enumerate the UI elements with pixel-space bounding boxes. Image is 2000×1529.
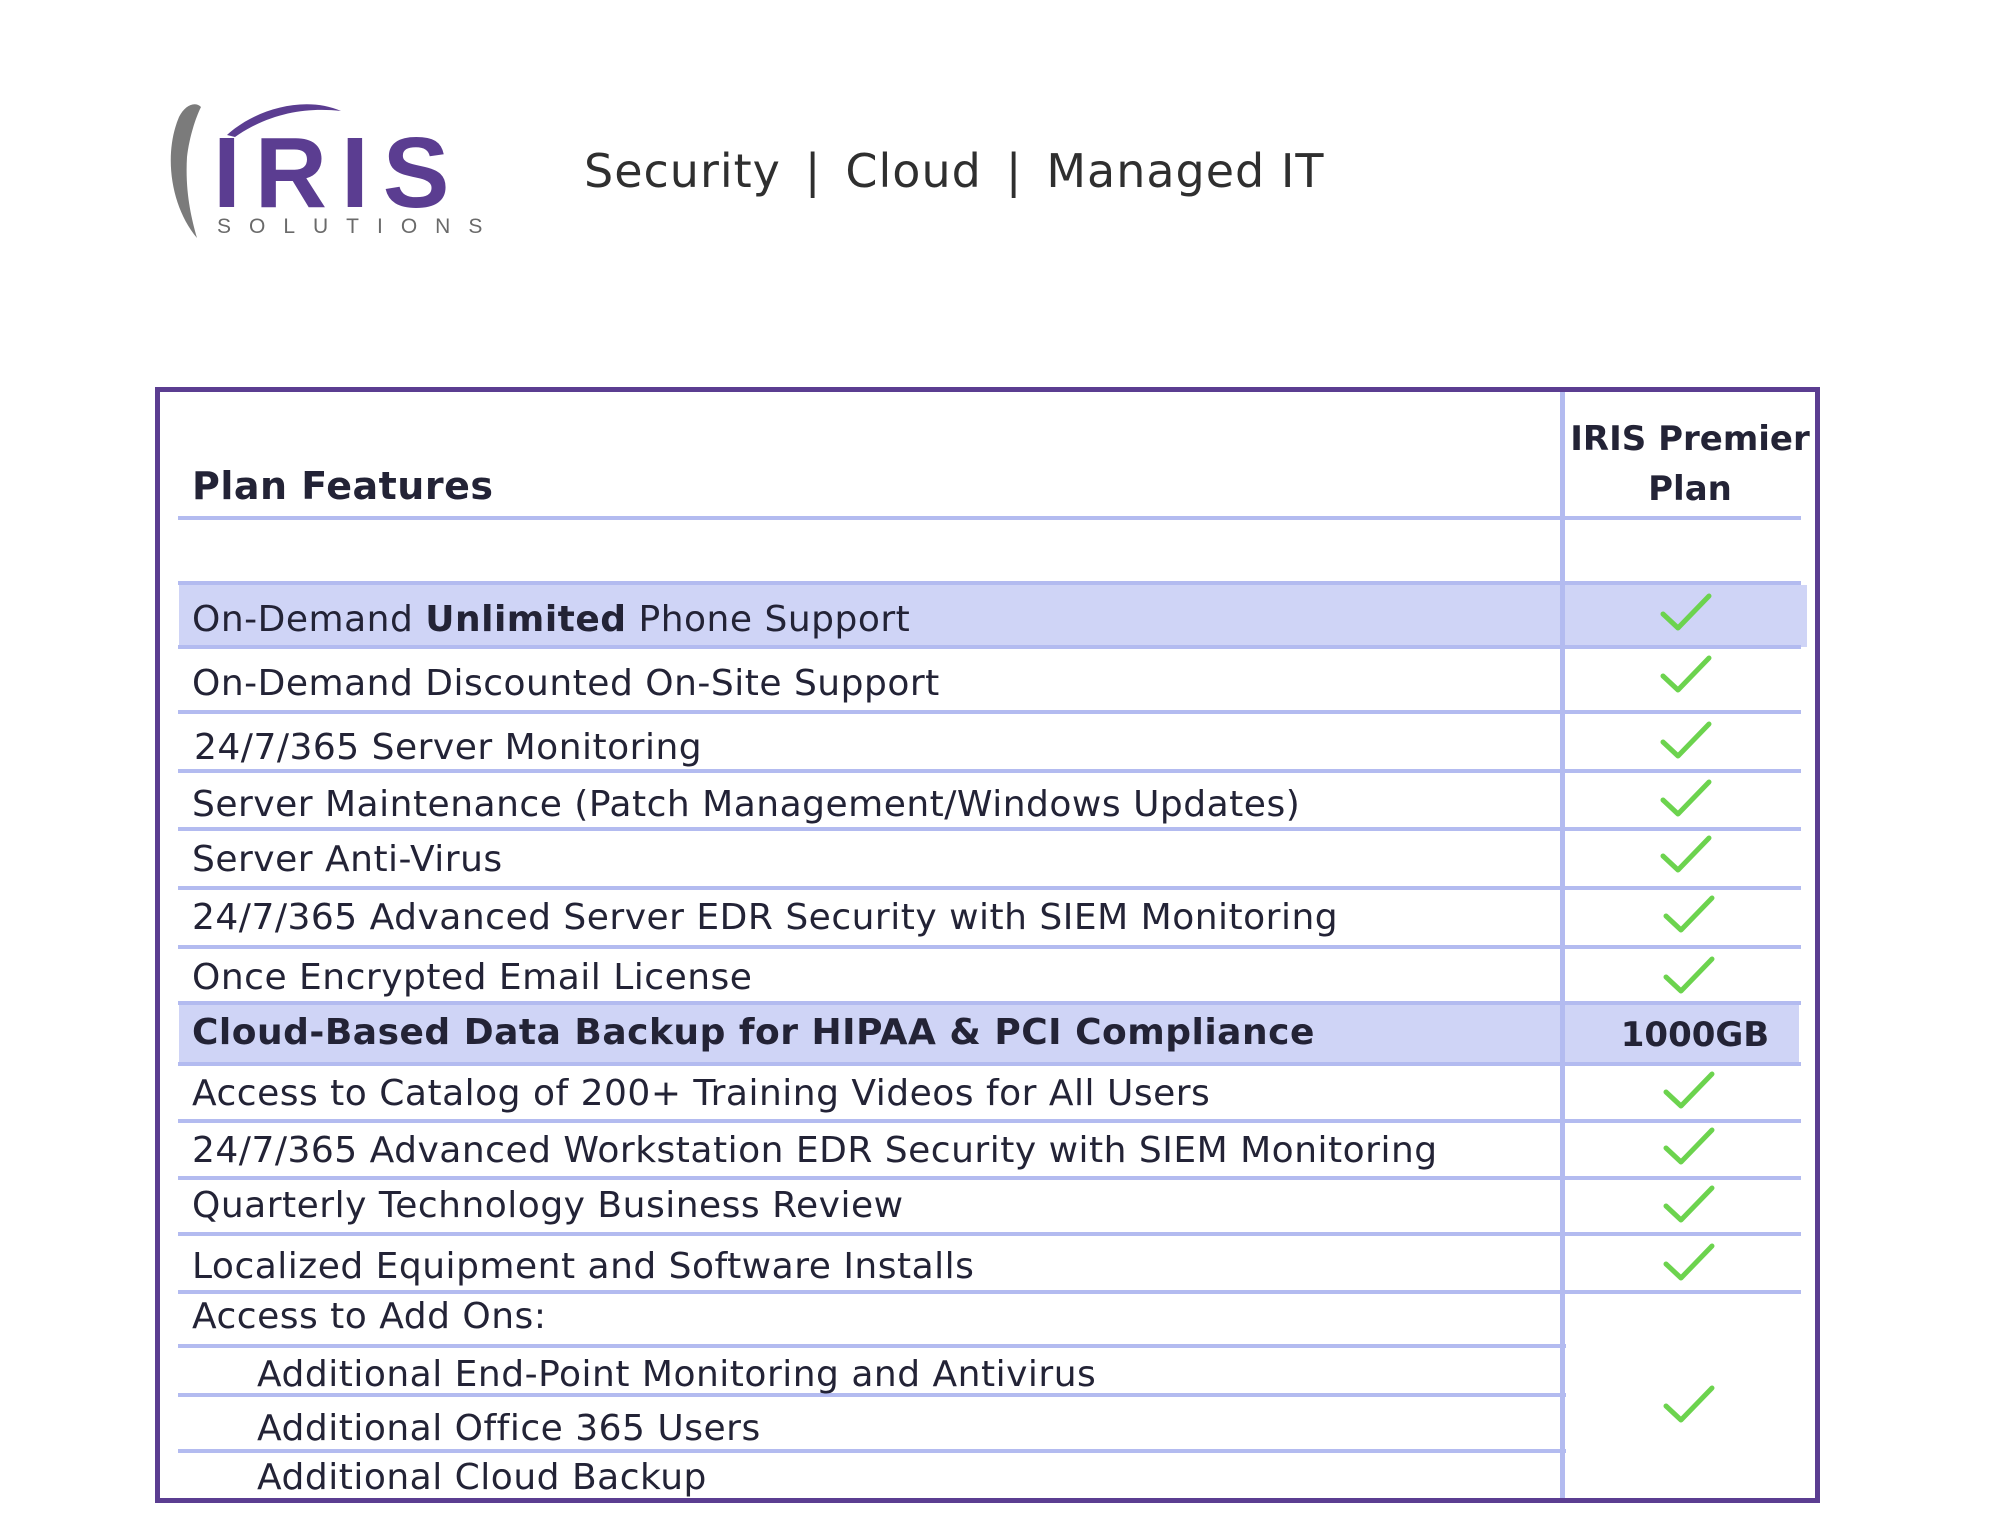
plan-features-header: Plan Features (192, 464, 494, 508)
company-logo: IRIS SOLUTIONS (165, 95, 510, 245)
cloud-backup-value: 1000GB (1620, 1015, 1770, 1055)
feature-addons-heading: Access to Add Ons: (192, 1296, 547, 1337)
row-divider (178, 1290, 1801, 1294)
feature-workstation-edr: 24/7/365 Advanced Workstation EDR Securi… (192, 1130, 1438, 1171)
row-divider (178, 1119, 1801, 1123)
row-divider (178, 886, 1801, 890)
column-divider (1560, 392, 1565, 1498)
logo-subtitle: SOLUTIONS (217, 215, 500, 238)
check-icon (1660, 835, 1712, 873)
plan-name-line1: IRIS Premier (1570, 419, 1810, 459)
row-divider (178, 1232, 1801, 1236)
check-icon (1663, 895, 1715, 933)
feature-training-videos: Access to Catalog of 200+ Training Video… (192, 1073, 1211, 1114)
tagline-separator: | (1005, 144, 1023, 198)
tagline-security: Security (584, 144, 781, 198)
row-divider (178, 827, 1801, 831)
tagline-managed-it: Managed IT (1046, 144, 1325, 198)
feature-emphasis: Unlimited (425, 599, 627, 640)
row-divider (178, 1344, 1566, 1348)
row-divider (178, 1176, 1801, 1180)
check-icon (1660, 593, 1712, 631)
check-icon (1660, 655, 1712, 693)
addon-cloud-backup: Additional Cloud Backup (257, 1457, 707, 1498)
check-icon (1660, 779, 1712, 817)
addon-endpoint-monitoring: Additional End-Point Monitoring and Anti… (257, 1354, 1097, 1395)
row-divider (178, 945, 1801, 949)
plan-features-table: Plan Features IRIS Premier Plan On-Deman… (155, 387, 1820, 1503)
row-divider (178, 1449, 1566, 1453)
row-divider (178, 769, 1801, 773)
tagline-cloud: Cloud (845, 144, 982, 198)
row-divider (178, 710, 1801, 714)
check-icon (1663, 1385, 1715, 1423)
feature-server-antivirus: Server Anti-Virus (192, 839, 503, 880)
feature-server-edr: 24/7/365 Advanced Server EDR Security wi… (192, 897, 1339, 938)
feature-cloud-backup: Cloud-Based Data Backup for HIPAA & PCI … (192, 1012, 1315, 1053)
check-icon (1663, 1185, 1715, 1223)
feature-text: On-Demand (192, 599, 426, 640)
row-divider (178, 516, 1801, 520)
check-icon (1660, 721, 1712, 759)
feature-server-monitoring: 24/7/365 Server Monitoring (194, 727, 703, 768)
tagline-separator: | (804, 144, 822, 198)
check-icon (1663, 1243, 1715, 1281)
feature-phone-support: On-Demand Unlimited Phone Support (192, 602, 910, 638)
row-divider (178, 1062, 1801, 1066)
feature-server-maintenance: Server Maintenance (Patch Management/Win… (192, 784, 1301, 825)
feature-encrypted-email: Once Encrypted Email License (192, 957, 753, 998)
addon-office365-users: Additional Office 365 Users (257, 1408, 761, 1449)
feature-onsite-support: On-Demand Discounted On-Site Support (192, 663, 940, 704)
plan-name-line2: Plan (1648, 469, 1732, 509)
row-divider (178, 645, 1801, 649)
logo-graphic: IRIS SOLUTIONS (170, 104, 500, 239)
tagline: Security | Cloud | Managed IT (584, 144, 1325, 198)
logo-wordmark: IRIS (213, 117, 463, 229)
row-divider (178, 1001, 1801, 1005)
feature-business-review: Quarterly Technology Business Review (192, 1185, 904, 1226)
check-icon (1663, 1071, 1715, 1109)
check-icon (1663, 956, 1715, 994)
check-icon (1663, 1127, 1715, 1165)
feature-equipment-installs: Localized Equipment and Software Install… (192, 1246, 975, 1287)
feature-text: Phone Support (626, 599, 911, 640)
row-divider (178, 581, 1801, 585)
plan-column-header: IRIS Premier Plan (1560, 414, 1820, 514)
